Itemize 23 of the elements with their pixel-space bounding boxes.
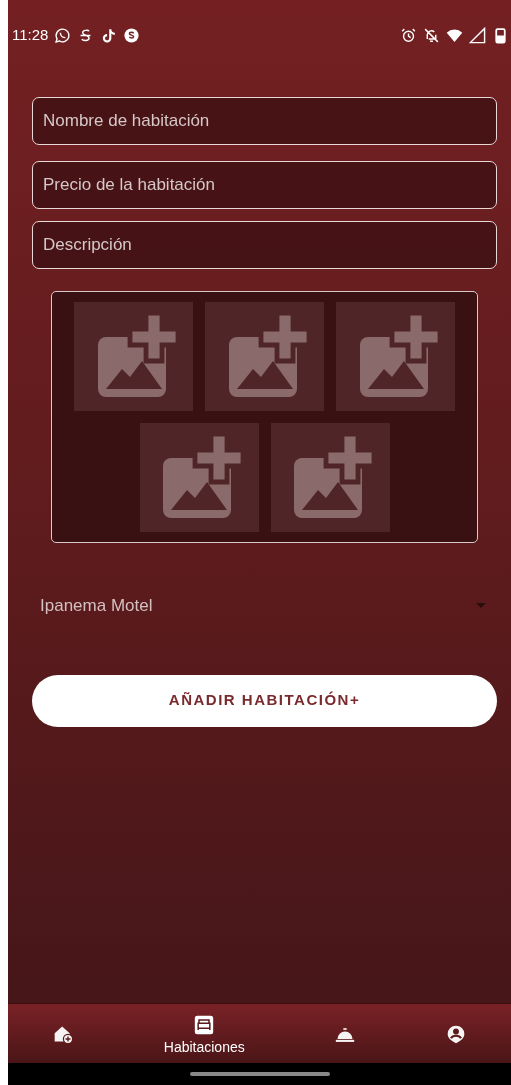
dropdown-value[interactable]: Ipanema Motel: [40, 593, 153, 619]
add-image-button[interactable]: [205, 302, 324, 411]
nav-tab[interactable]: Habitaciones: [163, 1015, 245, 1058]
text-input-field[interactable]: Nombre de habitación: [32, 97, 497, 145]
circle-s-icon: [123, 26, 141, 44]
add-image-button[interactable]: [74, 302, 193, 411]
alarm-clock-icon: [400, 26, 417, 44]
add-image-button[interactable]: [139, 423, 259, 532]
text-input-field[interactable]: Precio de la habitación: [32, 161, 497, 209]
battery-icon: [492, 26, 509, 44]
add-image-button[interactable]: [270, 423, 390, 532]
chat-bubble-icon: [54, 26, 72, 44]
account-icon: [445, 1023, 466, 1044]
add-image-button[interactable]: [336, 302, 455, 411]
add-room-button[interactable]: AÑADIR HABITACIÓN+: [32, 674, 497, 727]
tab-label: Habitaciones: [163, 1038, 245, 1057]
nav-tab[interactable]: [445, 1023, 466, 1044]
muted-bell-icon: [423, 26, 440, 44]
text-input-field[interactable]: Descripción: [32, 221, 497, 269]
status-time: 11:28: [12, 24, 49, 45]
signal-icon: [469, 26, 486, 44]
bed-icon: [194, 1015, 215, 1035]
music-note-icon: [100, 26, 118, 44]
